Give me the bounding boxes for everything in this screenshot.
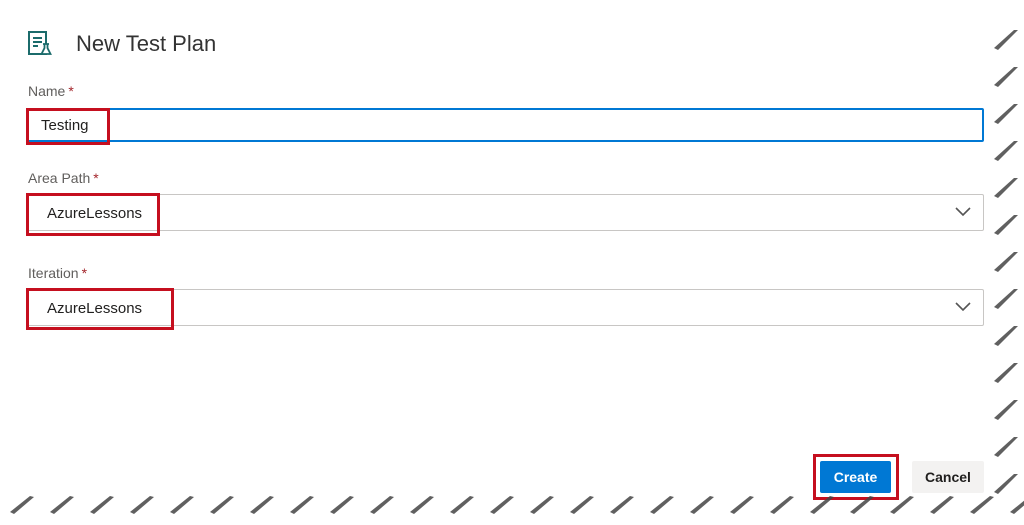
name-input-value: Testing (41, 117, 89, 134)
torn-edge-right (994, 30, 1018, 494)
area-path-label-text: Area Path (28, 170, 91, 186)
name-label-text: Name (28, 83, 66, 99)
area-path-value: AzureLessons (47, 205, 143, 222)
required-marker: * (93, 170, 99, 186)
area-path-label: Area Path * (28, 170, 99, 186)
name-input[interactable]: Testing (26, 108, 984, 142)
iteration-value: AzureLessons (47, 300, 143, 317)
test-plan-icon (26, 30, 54, 58)
iteration-label: Iteration * (28, 265, 87, 281)
torn-edge-bottom (10, 496, 1024, 514)
dialog-title: New Test Plan (76, 31, 217, 56)
iteration-dropdown[interactable]: AzureLessons (26, 289, 984, 326)
chevron-down-icon[interactable] (955, 300, 971, 312)
area-path-dropdown[interactable]: AzureLessons (26, 194, 984, 231)
name-label: Name * (28, 83, 74, 99)
dialog-header: New Test Plan (26, 28, 216, 60)
required-marker: * (68, 83, 74, 99)
new-test-plan-dialog: New Test Plan Name * Testing Area Path * A… (0, 0, 1024, 525)
required-marker: * (81, 265, 88, 281)
chevron-down-icon[interactable] (955, 205, 971, 217)
iteration-label-text: Iteration (28, 265, 79, 281)
